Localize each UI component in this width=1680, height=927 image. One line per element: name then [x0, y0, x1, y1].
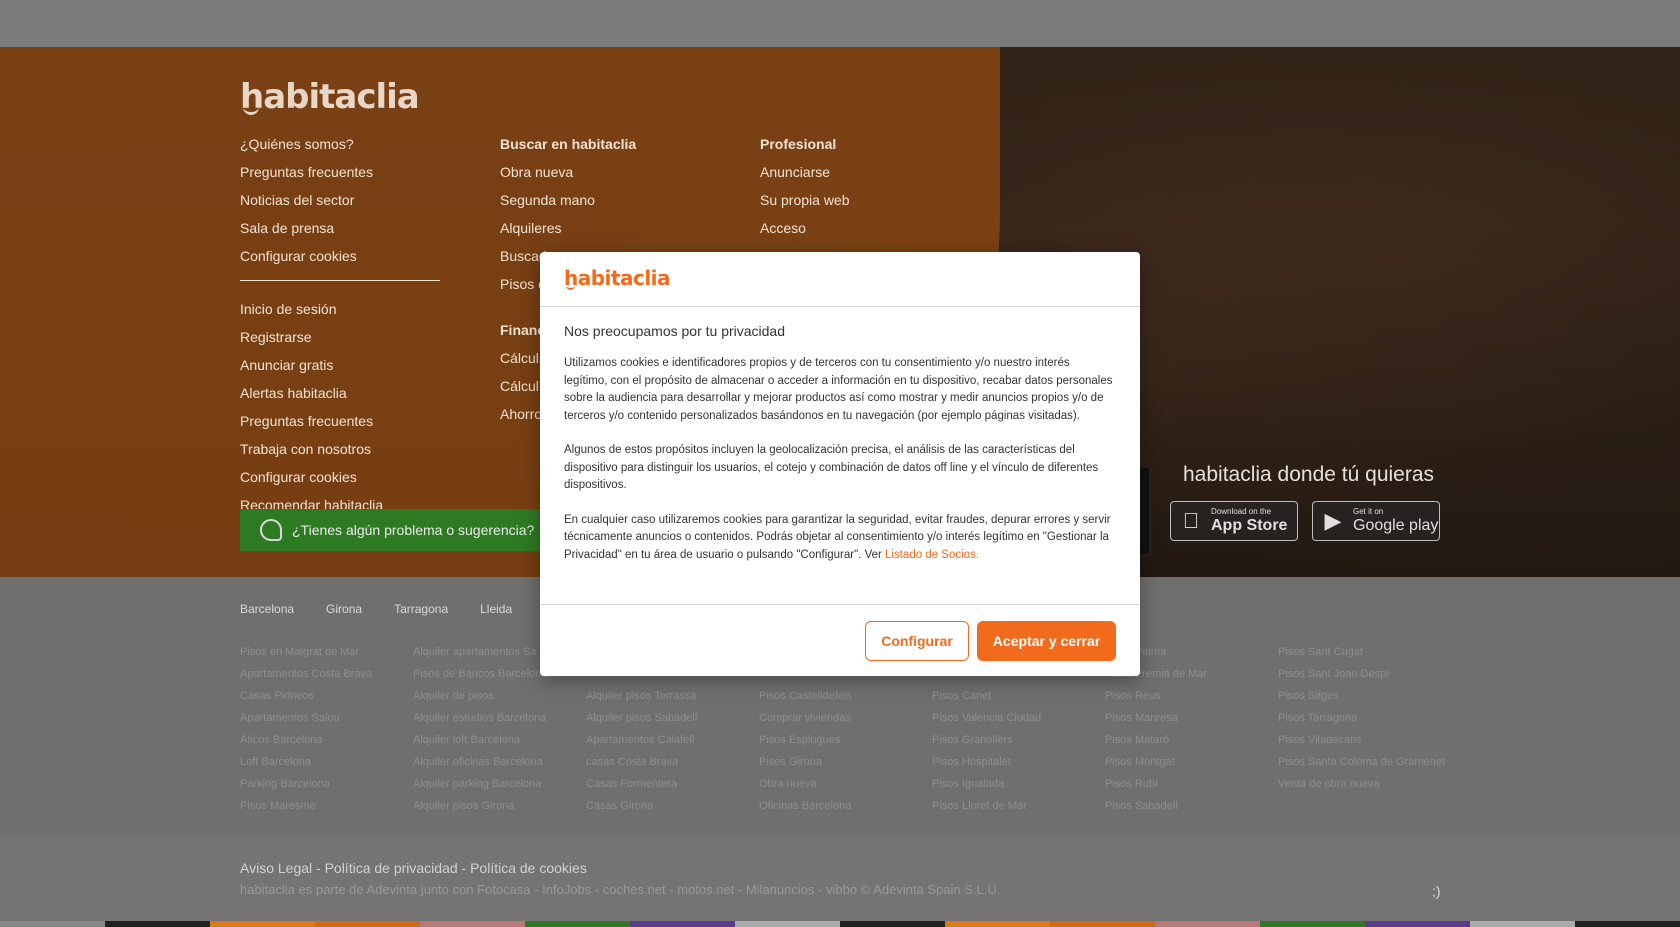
modal-title: Nos preocupamos por tu privacidad [564, 323, 786, 339]
partners-list-link[interactable]: Listado de Socios. [885, 549, 979, 561]
privacy-paragraph-1: Utilizamos cookies e identificadores pro… [564, 357, 1113, 422]
privacy-modal: habitaclia Nos preocupamos por tu privac… [540, 252, 1140, 676]
configure-button[interactable]: Configurar [865, 621, 969, 661]
modal-header: habitaclia [540, 252, 1140, 307]
privacy-paragraph-3-text: En cualquier caso utilizaremos cookies p… [564, 513, 1111, 561]
privacy-paragraph-2: Algunos de estos propósitos incluyen la … [564, 444, 1099, 491]
privacy-paragraph-3: En cualquier caso utilizaremos cookies p… [564, 512, 1116, 565]
accept-button[interactable]: Aceptar y cerrar [977, 621, 1116, 661]
modal-body: Nos preocupamos por tu privacidad Utiliz… [540, 307, 1140, 605]
modal-logo: habitaclia [564, 266, 671, 290]
modal-footer: Configurar Aceptar y cerrar [540, 605, 1140, 675]
